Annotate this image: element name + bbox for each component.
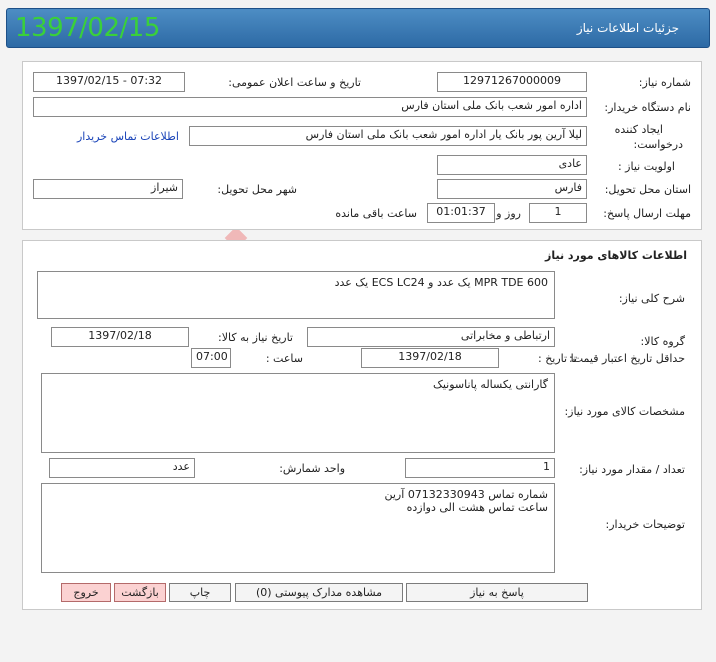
group-field[interactable]: ارتباطی و مخابراتی [307,327,555,347]
qty-label: تعداد / مقدار مورد نیاز: [579,463,685,476]
remaining-label: ساعت باقی مانده [335,207,417,220]
until-date-field[interactable]: 1397/02/18 [361,348,499,368]
qty-field[interactable]: 1 [405,458,555,478]
until-date-label: تا تاریخ : [538,352,577,365]
priority-label: اولویت نیاز : [617,160,675,173]
buyer-contact-link[interactable]: اطلاعات تماس خریدار [77,130,179,143]
validity-label: حداقل تاریخ اعتبار قیمت: [569,352,685,365]
back-button[interactable]: بازگشت [114,583,166,602]
time-field[interactable]: 07:00 [191,348,231,368]
buyer-notes-label: توضیحات خریدار: [605,518,686,531]
city-field[interactable]: شیراز [33,179,183,199]
buyer-notes-field[interactable]: شماره تماس 07132330943 آرین ساعت تماس هش… [41,483,555,573]
goods-section-title: اطلاعات کالاهای مورد نیاز [545,249,687,262]
goods-section: اطلاعات کالاهای مورد نیاز شرح کلی نیاز: … [22,240,702,610]
creator-label-2: درخواست: [633,138,683,151]
page-title: جزئیات اطلاعات نیاز [576,21,679,35]
summary-label: شرح کلی نیاز: [618,292,685,305]
need-number-label: شماره نیاز: [638,76,691,89]
announce-field[interactable]: 1397/02/15 - 07:32 [33,72,185,92]
group-label: گروه کالا: [640,335,685,348]
specs-field[interactable]: گارانتی یکساله پاناسونیک [41,373,555,453]
deadline-time-field[interactable]: 01:01:37 [427,203,495,223]
print-button[interactable]: چاپ [169,583,231,602]
city-label: شهر محل تحویل: [217,183,297,196]
need-date-field[interactable]: 1397/02/18 [51,327,189,347]
buyer-org-field[interactable]: اداره امور شعب بانک ملی استان فارس [33,97,587,117]
province-label: استان محل تحویل: [604,183,691,196]
exit-button[interactable]: خروج [61,583,111,602]
priority-field[interactable]: عادی [437,155,587,175]
time-label: ساعت : [265,352,303,365]
deadline-label: مهلت ارسال پاسخ: [603,207,691,220]
info-section: شماره نیاز: 12971267000009 تاریخ و ساعت … [22,61,702,230]
specs-label: مشخصات کالای مورد نیاز: [564,405,685,418]
need-date-label: تاریخ نیاز به کالا: [218,331,293,344]
days-word: روز و [496,207,521,220]
reply-button[interactable]: پاسخ به نیاز [406,583,588,602]
unit-field[interactable]: عدد [49,458,195,478]
announce-label: تاریخ و ساعت اعلان عمومی: [228,76,361,89]
province-field[interactable]: فارس [437,179,587,199]
summary-field[interactable]: MPR TDE 600 یک عدد و ECS LC24 یک عدد [37,271,555,319]
unit-label: واحد شمارش: [279,462,345,475]
title-bar: جزئیات اطلاعات نیاز 1397/02/15 [6,8,710,48]
deadline-days-field[interactable]: 1 [529,203,587,223]
creator-label-1: ایجاد کننده [614,123,663,136]
creator-field[interactable]: لیلا آرین پور بانک یار اداره امور شعب با… [189,126,587,146]
view-docs-button[interactable]: مشاهده مدارک پیوستی (0) [235,583,403,602]
buyer-org-label: نام دستگاه خریدار: [604,101,691,114]
need-number-field[interactable]: 12971267000009 [437,72,587,92]
date-badge: 1397/02/15 [15,13,160,43]
